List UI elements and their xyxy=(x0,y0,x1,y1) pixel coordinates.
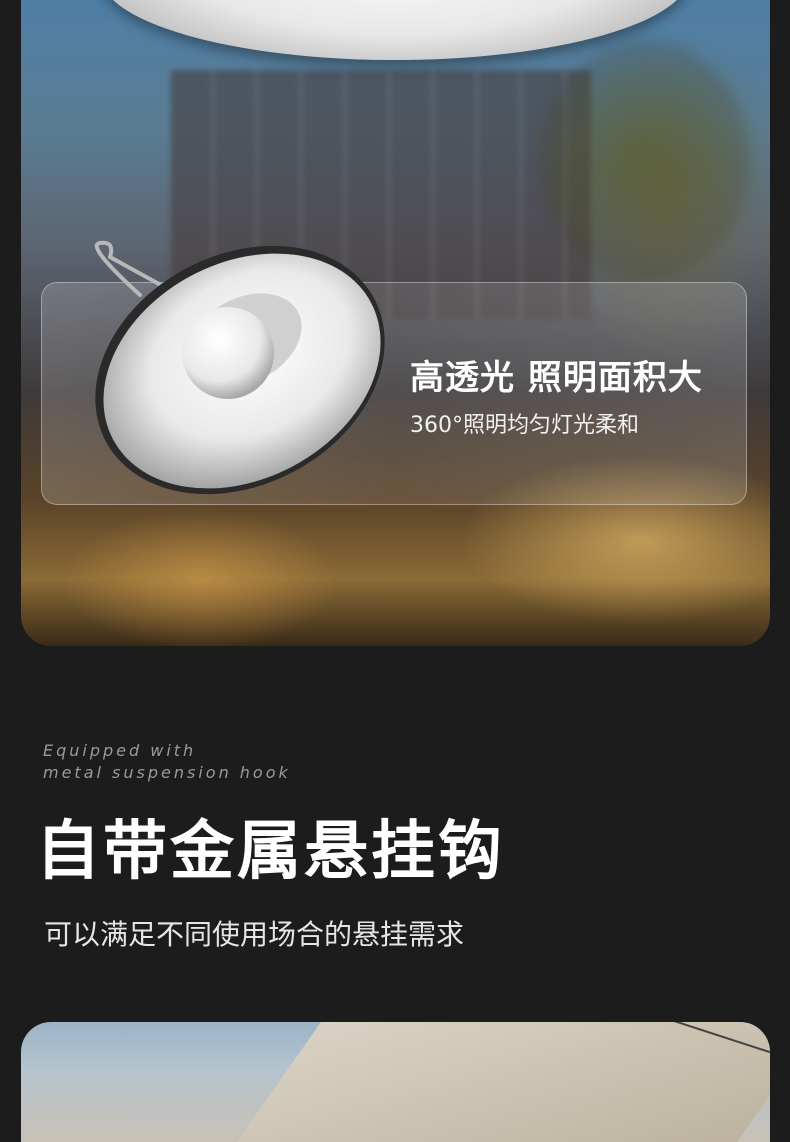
blurred-tree xyxy=(540,40,750,280)
section-title: 自带金属悬挂钩 xyxy=(36,815,505,889)
feature-title: 高透光 照明面积大 xyxy=(410,358,703,398)
lamp-bulb xyxy=(182,307,274,399)
english-line-1: Equipped with xyxy=(43,741,197,760)
feature-subtitle: 360°照明均匀灯光柔和 xyxy=(410,413,639,438)
english-line-2: metal suspension hook xyxy=(43,763,291,782)
lamp-image xyxy=(94,240,385,495)
bottom-photo xyxy=(21,1022,770,1142)
awning xyxy=(236,1022,770,1142)
section-description: 可以满足不同使用场合的悬挂需求 xyxy=(44,918,465,951)
section-english-caption: Equipped with metal suspension hook xyxy=(43,740,291,784)
